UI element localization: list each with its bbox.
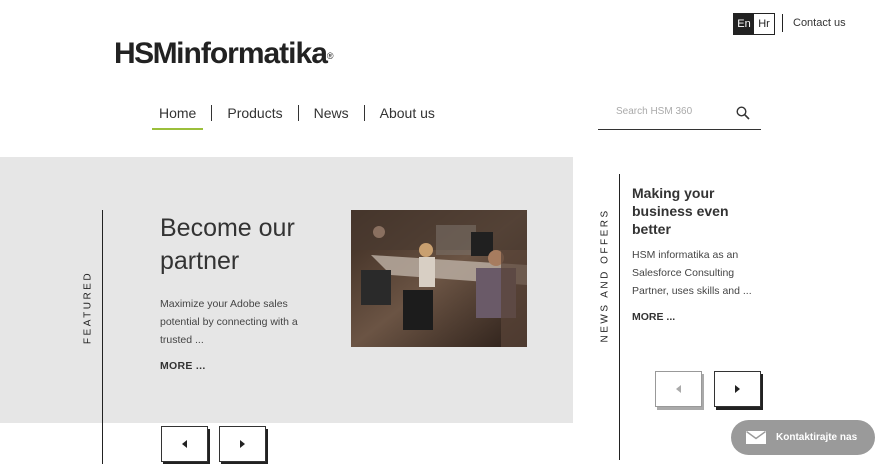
office-photo-image [351,210,527,347]
logo-rest: informatika [176,37,328,70]
featured-photo[interactable] [351,210,527,347]
search-input[interactable] [614,105,728,118]
contact-us-button[interactable]: Kontaktirajte nas [731,420,875,455]
search-icon[interactable] [736,106,750,120]
news-title[interactable]: Making your business even better [632,184,752,238]
featured-divider [102,210,103,464]
nav-home[interactable]: Home [152,104,204,130]
contact-us-link[interactable]: Contact us [793,17,846,29]
featured-next-button[interactable] [219,426,266,462]
lang-en-button[interactable]: En [734,14,754,34]
arrow-left-icon [182,440,187,448]
news-divider [619,174,620,460]
featured-description: Maximize your Adobe sales potential by c… [160,298,298,346]
nav-divider [363,105,365,121]
news-more-link[interactable]: MORE ... [632,311,675,323]
logo[interactable]: HSMinformatika® [114,36,334,72]
featured-headline: Become our partner [160,214,295,275]
news-prev-button[interactable] [655,371,702,407]
divider [782,14,783,32]
arrow-right-icon [240,440,245,448]
nav-news[interactable]: News [307,104,356,122]
contact-us-label: Kontaktirajte nas [776,432,858,443]
logo-reg: ® [326,51,334,61]
featured-prev-button[interactable] [161,426,208,462]
nav-about-us[interactable]: About us [373,104,442,122]
featured-more-link[interactable]: MORE ... [160,360,206,372]
search-bar [598,100,761,130]
nav-divider [211,105,213,121]
nav-divider [297,105,299,121]
featured-label: FEATURED [82,270,94,345]
arrow-right-icon [735,385,740,393]
logo-bold: HSM [114,37,178,70]
nav-products[interactable]: Products [220,104,289,122]
news-label: NEWS AND OFFERS [599,208,611,343]
news-body: HSM informatika as an Salesforce Consult… [632,249,752,297]
news-next-button[interactable] [714,371,761,407]
envelope-icon [746,431,766,444]
language-switch: En Hr [733,13,775,35]
main-nav: Home Products News About us [152,104,442,130]
lang-hr-button[interactable]: Hr [754,14,774,34]
arrow-left-icon [676,385,681,393]
